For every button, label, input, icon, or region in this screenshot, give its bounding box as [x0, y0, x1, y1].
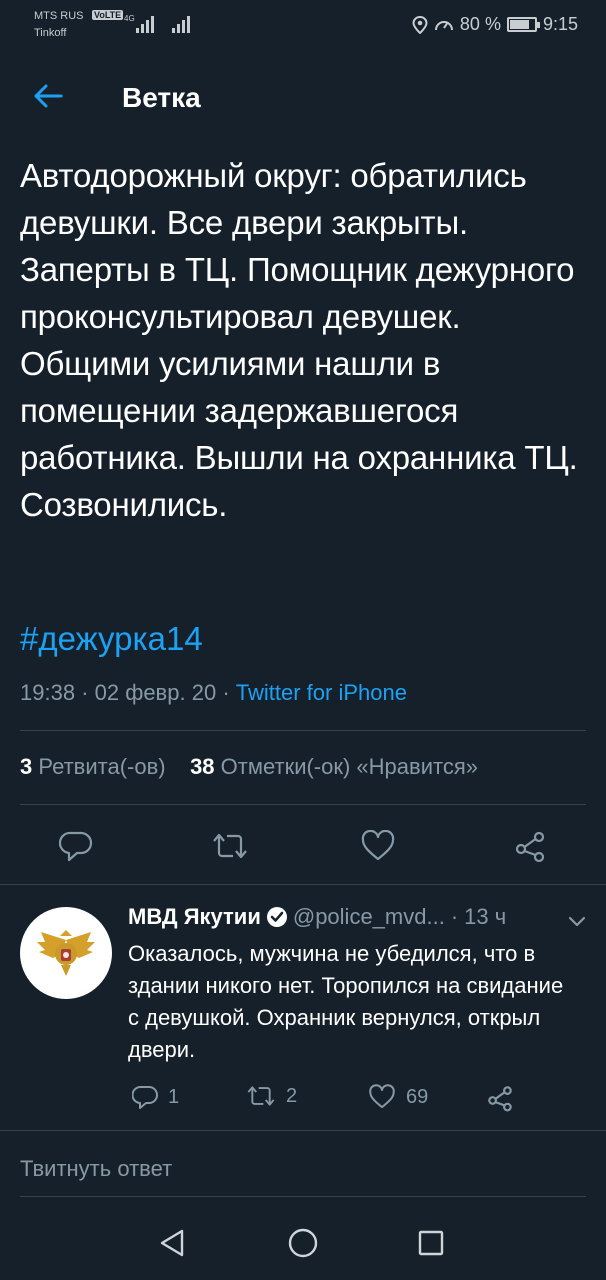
like-button[interactable] — [358, 826, 398, 866]
home-circle-icon — [288, 1228, 318, 1258]
battery-percent: 80 % — [459, 14, 501, 34]
reply-share-button[interactable] — [486, 1084, 514, 1112]
status-time: 9:15 — [542, 14, 578, 34]
meta-separator: · — [450, 904, 459, 929]
carrier-name-2: Tinkoff — [34, 27, 67, 39]
location-icon — [412, 15, 428, 34]
reply-retweet-button[interactable]: 2 — [246, 1084, 297, 1108]
reply-like-button[interactable]: 69 — [368, 1084, 428, 1110]
battery-icon — [506, 17, 540, 32]
meta-separator: · — [81, 680, 95, 705]
reply-text: Оказалось, мужчина не убедился, что в зд… — [128, 941, 564, 1062]
chevron-down-icon[interactable] — [566, 910, 588, 932]
likes-label: Отметки(-ок) «Нравится» — [220, 754, 478, 779]
verified-icon — [266, 907, 287, 927]
emblem-icon — [37, 930, 95, 976]
retweets-label: Ретвита(-ов) — [38, 754, 166, 779]
divider — [0, 1130, 606, 1131]
avatar[interactable] — [20, 907, 112, 999]
retweet-icon — [247, 1086, 275, 1106]
retweet-button[interactable] — [210, 826, 250, 866]
signal-icon: 4G — [124, 14, 154, 33]
volte-badge: VoLTE — [92, 10, 124, 20]
speedometer-icon — [434, 20, 453, 30]
divider — [0, 884, 606, 885]
nav-home-button[interactable] — [283, 1223, 323, 1263]
compose-underline — [20, 1196, 586, 1197]
retweets-count: 3 — [20, 754, 33, 779]
page-title: Ветка — [122, 82, 201, 113]
reply-button[interactable] — [56, 826, 96, 866]
retweet-icon — [213, 833, 247, 859]
tweet-text: Автодорожный округ: обратились девушки. … — [20, 157, 578, 523]
share-icon — [515, 831, 545, 863]
retweet-count: 2 — [286, 1084, 298, 1107]
tweet-stats: 3 Ретвита(-ов) 38 Отметки(-ок) «Нравится… — [20, 754, 478, 780]
tweet-meta: 19:38 · 02 февр. 20 · Twitter for iPhone — [20, 680, 407, 706]
signal-icon-2 — [172, 16, 190, 33]
reply-count: 1 — [168, 1085, 180, 1108]
like-count: 69 — [406, 1085, 429, 1108]
tweet-date: 02 февр. 20 — [94, 680, 217, 705]
reply-icon — [59, 831, 93, 862]
system-nav-bar — [0, 1206, 606, 1280]
reply-header: МВД Якутии @police_mvd... · 13 ч — [128, 904, 506, 930]
reply-icon — [132, 1086, 158, 1109]
heart-icon — [361, 830, 395, 861]
hashtag-link[interactable]: #дежурка14 — [20, 620, 203, 658]
heart-icon — [369, 1084, 395, 1109]
nav-back-button[interactable] — [152, 1223, 192, 1263]
status-right: 80 % 9:15 — [412, 14, 578, 35]
likes-count: 38 — [190, 754, 215, 779]
likes-stat[interactable]: 38 Отметки(-ок) «Нравится» — [190, 754, 478, 779]
reply-reply-button[interactable]: 1 — [132, 1084, 179, 1110]
reply-time: 13 ч — [464, 904, 507, 929]
svg-text:4G: 4G — [124, 14, 135, 23]
status-bar: MTS RUS VoLTE Tinkoff 4G 80 % 9:15 — [0, 0, 606, 48]
back-triangle-icon — [160, 1229, 184, 1257]
meta-separator: · — [222, 680, 236, 705]
carrier-name-1: MTS RUS — [34, 10, 84, 22]
tweet-time: 19:38 — [20, 680, 76, 705]
share-icon — [488, 1086, 512, 1112]
share-button[interactable] — [510, 826, 550, 866]
nav-recents-button[interactable] — [411, 1223, 451, 1263]
retweets-stat[interactable]: 3 Ретвита(-ов) — [20, 754, 166, 779]
tweet-source-link[interactable]: Twitter for iPhone — [236, 680, 407, 705]
reply-handle[interactable]: @police_mvd... — [293, 904, 445, 930]
reply-author-name[interactable]: МВД Якутии — [128, 904, 261, 930]
arrow-left-icon — [34, 84, 63, 108]
reply-compose-input[interactable]: Твитнуть ответ — [20, 1156, 172, 1182]
divider — [20, 730, 586, 731]
back-button[interactable] — [30, 78, 66, 114]
recents-square-icon — [418, 1230, 444, 1256]
divider — [20, 804, 586, 805]
